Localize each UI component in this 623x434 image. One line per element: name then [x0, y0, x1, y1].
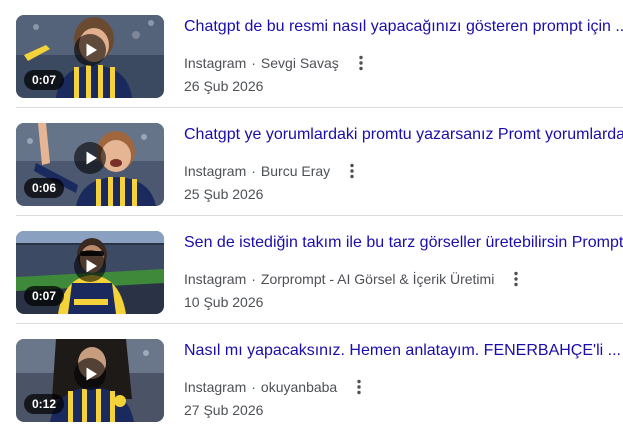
- result-source: Instagram: [184, 55, 247, 71]
- video-result: 0:07 Chatgpt de bu resmi nasıl yapacağın…: [0, 0, 623, 108]
- video-thumbnail[interactable]: 0:07: [16, 231, 164, 314]
- result-title-link[interactable]: Sen de istediğin takım ile bu tarz görse…: [184, 232, 623, 254]
- result-source: Instagram: [184, 271, 247, 287]
- video-duration: 0:06: [24, 178, 65, 198]
- result-title-link[interactable]: Chatgpt de bu resmi nasıl yapacağınızı g…: [184, 16, 623, 38]
- more-vert-icon[interactable]: [353, 53, 369, 73]
- play-icon[interactable]: [74, 34, 106, 66]
- play-icon[interactable]: [74, 142, 106, 174]
- result-date: 10 Şub 2026: [184, 294, 264, 310]
- result-author: Sevgi Savaş: [260, 55, 339, 71]
- video-result: 0:12 Nasıl mı yapacaksınız. Hemen anlata…: [0, 324, 623, 432]
- video-duration: 0:12: [24, 394, 65, 414]
- more-vert-icon[interactable]: [508, 269, 524, 289]
- result-date: 27 Şub 2026: [184, 402, 264, 418]
- result-date: 26 Şub 2026: [184, 78, 264, 94]
- play-icon[interactable]: [74, 250, 106, 282]
- result-meta: Instagram · Burcu Eray: [184, 161, 360, 181]
- result-source: Instagram: [184, 379, 247, 395]
- more-vert-icon[interactable]: [344, 161, 360, 181]
- result-author: Burcu Eray: [260, 163, 331, 179]
- result-date: 25 Şub 2026: [184, 186, 264, 202]
- meta-separator: ·: [251, 163, 256, 179]
- result-title-link[interactable]: Chatgpt ye yorumlardaki promtu yazarsanı…: [184, 124, 623, 146]
- meta-separator: ·: [251, 55, 256, 71]
- play-icon[interactable]: [74, 358, 106, 390]
- video-duration: 0:07: [24, 70, 65, 90]
- result-author: okuyanbaba: [260, 379, 338, 395]
- result-meta: Instagram · okuyanbaba: [184, 377, 367, 397]
- video-results-list: 0:07 Chatgpt de bu resmi nasıl yapacağın…: [0, 0, 623, 434]
- result-meta: Instagram · Sevgi Savaş: [184, 53, 369, 73]
- result-title-link[interactable]: Nasıl mı yapacaksınız. Hemen anlatayım. …: [184, 340, 623, 362]
- result-source: Instagram: [184, 163, 247, 179]
- meta-separator: ·: [251, 379, 256, 395]
- result-author: Zorprompt - AI Görsel & İçerik Üretimi: [260, 271, 495, 287]
- video-thumbnail[interactable]: 0:12: [16, 339, 164, 422]
- video-thumbnail[interactable]: 0:07: [16, 15, 164, 98]
- meta-separator: ·: [251, 271, 256, 287]
- result-meta: Instagram · Zorprompt - AI Görsel & İçerik…: [184, 269, 524, 289]
- video-thumbnail[interactable]: 0:06: [16, 123, 164, 206]
- video-result: 0:07 Sen de istediğin takım ile bu tarz …: [0, 216, 623, 324]
- video-duration: 0:07: [24, 286, 65, 306]
- video-result: 0:06 Chatgpt ye yorumlardaki promtu yaza…: [0, 108, 623, 216]
- more-vert-icon[interactable]: [351, 377, 367, 397]
